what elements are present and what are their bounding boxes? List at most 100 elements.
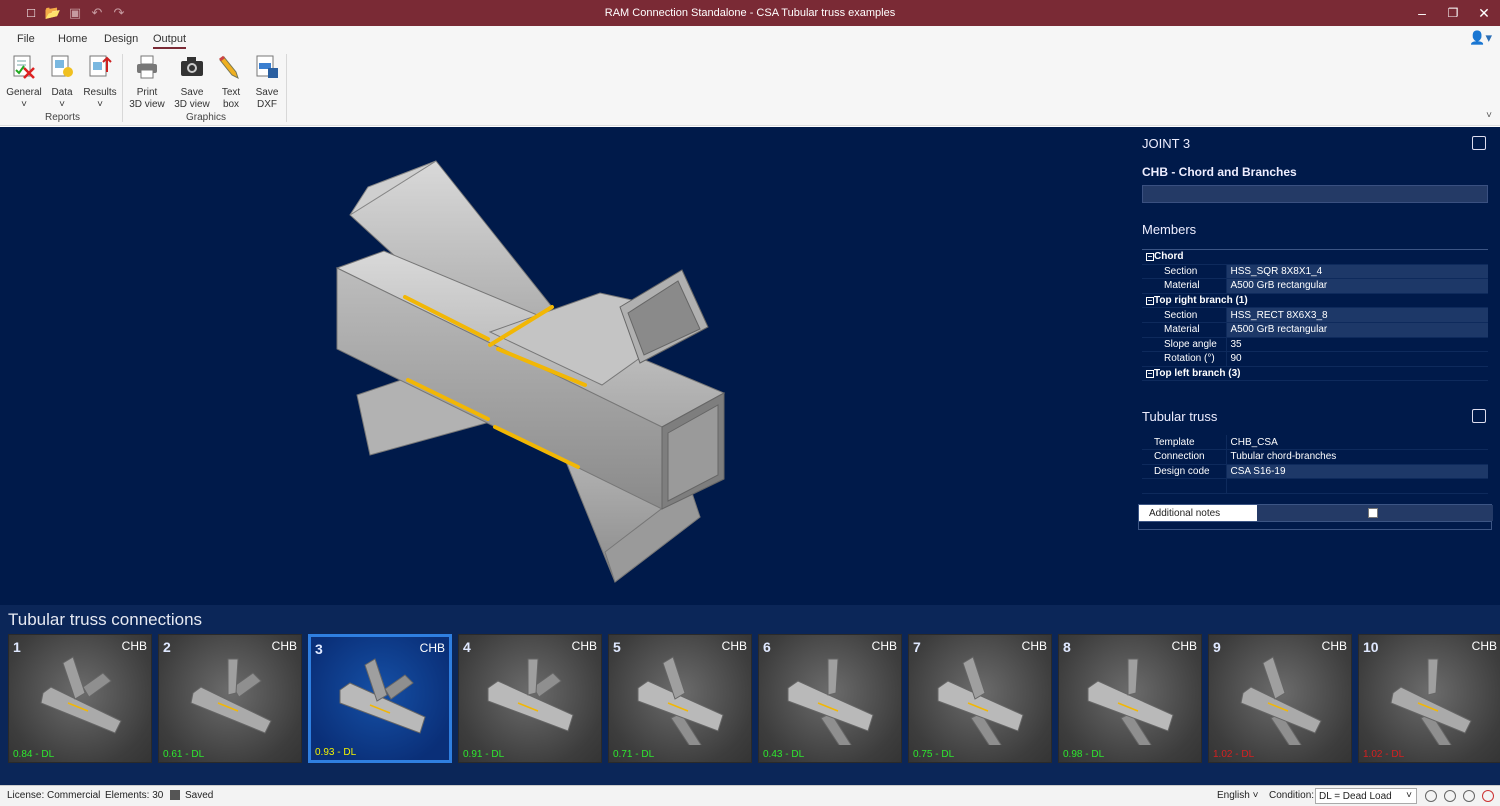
chord-label: Chord (1154, 251, 1184, 263)
card-number: 10 (1363, 639, 1379, 655)
saved-icon (170, 790, 180, 800)
member-tlb-header[interactable]: – Top left branch (3) (1142, 365, 1488, 382)
card-ratio: 0.61 - DL (163, 749, 205, 760)
connection-value[interactable]: Tubular chord-branches (1226, 449, 1488, 465)
status-bar: License: Commercial Elements: 30 Saved E… (0, 785, 1500, 806)
card-number: 3 (315, 641, 323, 657)
card-thumbnail (339, 658, 426, 734)
property-key: Rotation (°) (1142, 351, 1227, 367)
connection-card[interactable]: 7 CHB 0.75 - DL (908, 634, 1052, 763)
connection-card[interactable]: 1 CHB 0.84 - DL (8, 634, 152, 763)
menu-design[interactable]: Design (104, 33, 138, 45)
menu-home[interactable]: Home (58, 33, 87, 45)
print-3d-view-button[interactable]: Print 3D view (127, 54, 167, 111)
card-thumbnail (787, 658, 874, 745)
connection-card[interactable]: 4 CHB 0.91 - DL (458, 634, 602, 763)
template-value[interactable]: CHB_CSA (1226, 435, 1488, 451)
language-selector[interactable]: English ˅ (1217, 790, 1258, 801)
additional-notes-row: Additional notes (1138, 504, 1493, 522)
collapse-icon[interactable]: – (1146, 296, 1154, 305)
results-report-button[interactable]: Results ˅ (80, 54, 120, 111)
dxf-file-icon (256, 55, 278, 78)
chord-section-value[interactable]: HSS_SQR 8X8X1_4 (1226, 264, 1488, 280)
property-key: Design code (1142, 464, 1227, 480)
menu-output[interactable]: Output (153, 33, 187, 49)
restore-button[interactable]: ❐ (1438, 0, 1468, 26)
card-type: CHB (1471, 639, 1497, 653)
member-chord-header[interactable]: – Chord (1142, 249, 1488, 265)
results-label: Results (83, 87, 117, 98)
save-3d-view-button[interactable]: Save 3D view (172, 54, 212, 111)
card-type: CHB (721, 639, 747, 653)
user-account-icon[interactable]: 👤▾ (1469, 30, 1492, 46)
save-dxf-button[interactable]: Save DXF (247, 54, 287, 111)
minimize-button[interactable]: – (1407, 0, 1437, 26)
collapse-ribbon-icon[interactable]: ˅ (1486, 110, 1492, 121)
notes-area[interactable] (1138, 522, 1492, 530)
chevron-down-icon: ˅ (1406, 790, 1412, 801)
text-box-button[interactable]: Text box (211, 54, 251, 111)
card-ratio: 0.91 - DL (463, 749, 505, 760)
card-type: CHB (1021, 639, 1047, 653)
menu-file[interactable]: File (17, 33, 35, 45)
connection-card[interactable]: 2 CHB 0.61 - DL (158, 634, 302, 763)
design-code-value[interactable]: CSA S16-19 (1226, 464, 1488, 480)
description-field[interactable] (1142, 185, 1488, 203)
save-3d-label-2: 3D view (174, 99, 210, 110)
trb-slope-value[interactable]: 35 (1226, 337, 1488, 353)
trb-material-value[interactable]: A500 GrB rectangular (1226, 322, 1488, 338)
chord-material-value[interactable]: A500 GrB rectangular (1226, 278, 1488, 294)
print-3d-label-1: Print (136, 87, 158, 98)
property-row: Template CHB_CSA (1142, 435, 1488, 451)
property-row (1142, 478, 1488, 494)
connection-card[interactable]: 6 CHB 0.43 - DL (758, 634, 902, 763)
connection-card[interactable]: 9 CHB 1.02 - DL (1208, 634, 1352, 763)
collapse-icon[interactable]: – (1146, 253, 1154, 261)
printer-icon (137, 55, 157, 79)
3d-viewport[interactable] (0, 127, 1132, 605)
members-table: – Chord Section HSS_SQR 8X8X1_4 Material A5… (1142, 249, 1488, 382)
connection-card[interactable]: 10 CHB 1.02 - DL (1358, 634, 1500, 763)
card-thumbnail (1087, 658, 1174, 745)
zoom-out-icon[interactable] (1463, 790, 1475, 802)
data-report-button[interactable]: Data ˅ (42, 54, 82, 111)
condition-dropdown[interactable]: DL = Dead Load ˅ (1315, 788, 1417, 804)
property-key: Connection (1142, 449, 1227, 465)
condition-label: Condition: (1269, 790, 1315, 801)
property-key: Section (1142, 264, 1227, 280)
connection-card[interactable]: 3 CHB 0.93 - DL (308, 634, 452, 763)
general-report-button[interactable]: General ˅ (4, 54, 44, 111)
trb-label: Top right branch (1) (1154, 295, 1248, 307)
tubular-truss-title: Tubular truss (1142, 409, 1218, 424)
collapse-icon[interactable]: – (1146, 369, 1154, 378)
property-row: Design code CSA S16-19 (1142, 464, 1488, 480)
card-ratio: 0.84 - DL (13, 749, 55, 760)
card-type: CHB (1321, 639, 1347, 653)
language-value: English (1217, 790, 1250, 801)
zoom-extents-icon[interactable] (1425, 790, 1437, 802)
property-row: Material A500 GrB rectangular (1142, 322, 1488, 338)
card-thumbnail (40, 656, 122, 734)
card-ratio: 0.71 - DL (613, 749, 655, 760)
card-thumbnail (1240, 656, 1322, 745)
edit-joint-icon[interactable] (1472, 136, 1486, 150)
card-ratio: 0.75 - DL (913, 749, 955, 760)
pencil-icon (219, 55, 239, 79)
connection-card[interactable]: 5 CHB 0.71 - DL (608, 634, 752, 763)
card-type: CHB (121, 639, 147, 653)
notes-edit-icon[interactable] (1368, 508, 1378, 518)
card-type: CHB (871, 639, 897, 653)
zoom-in-icon[interactable] (1444, 790, 1456, 802)
member-trb-header[interactable]: – Top right branch (1) (1142, 292, 1488, 309)
connection-card[interactable]: 8 CHB 0.98 - DL (1058, 634, 1202, 763)
camera-icon (181, 57, 203, 76)
card-ratio: 1.02 - DL (1213, 749, 1255, 760)
trb-section-value[interactable]: HSS_RECT 8X6X3_8 (1226, 307, 1488, 323)
edit-truss-icon[interactable] (1472, 409, 1486, 423)
close-button[interactable]: ✕ (1469, 0, 1499, 26)
trb-rotation-value[interactable]: 90 (1226, 351, 1488, 367)
reset-view-icon[interactable] (1482, 790, 1494, 802)
elements-count: Elements: 30 (105, 790, 164, 801)
card-ratio: 0.43 - DL (763, 749, 805, 760)
save-3d-label-1: Save (180, 87, 204, 98)
